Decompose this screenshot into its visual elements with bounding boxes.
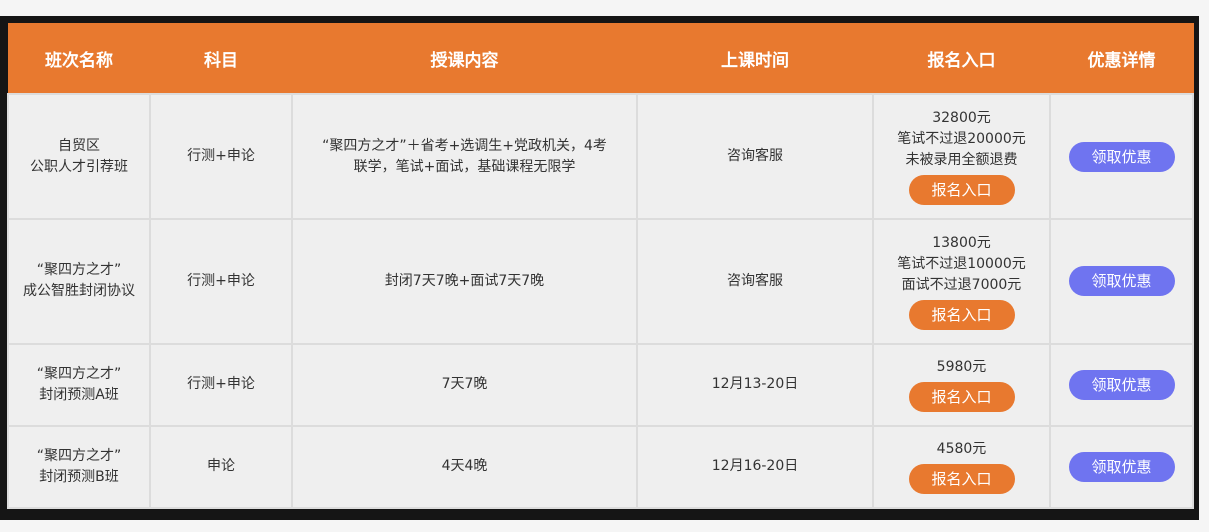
enroll-cell: 32800元 笔试不过退20000元 未被录用全额退费 报名入口: [872, 92, 1051, 221]
claim-promo-button[interactable]: 领取优惠: [1068, 451, 1175, 482]
promo-cell: 领取优惠: [1049, 342, 1194, 427]
class-name-line: “聚四方之才”: [36, 447, 122, 464]
class-name-cell: “聚四方之才” 封闭预测B班: [7, 424, 151, 510]
class-name-cell: “聚四方之才” 成公智胜封闭协议: [7, 218, 151, 345]
content-line: 4天4晚: [441, 458, 488, 475]
class-name-cell: “聚四方之才” 封闭预测A班: [7, 342, 151, 427]
promo-cell: 领取优惠: [1049, 424, 1194, 510]
price-line: 笔试不过退20000元: [897, 131, 1026, 148]
enroll-cell: 4580元 报名入口: [872, 424, 1051, 510]
class-name-line: 自贸区: [58, 137, 100, 154]
header-promo: 优惠详情: [1049, 23, 1194, 94]
enroll-button[interactable]: 报名入口: [908, 464, 1015, 495]
content-cell: 4天4晚: [291, 424, 638, 510]
table-row: “聚四方之才” 封闭预测B班 申论 4天4晚 12月16-20日 4580元 报…: [7, 424, 1194, 510]
claim-promo-button[interactable]: 领取优惠: [1068, 266, 1175, 297]
course-table: 班次名称 科目 授课内容 上课时间 报名入口 优惠详情 自贸区 公职人才引荐班 …: [7, 23, 1194, 510]
course-table-frame: 班次名称 科目 授课内容 上课时间 报名入口 优惠详情 自贸区 公职人才引荐班 …: [0, 16, 1199, 520]
time-cell: 咨询客服: [636, 218, 874, 345]
content-cell: “聚四方之才”＋省考+选调生+党政机关，4考 联学，笔试+面试，基础课程无限学: [291, 92, 638, 221]
enroll-button[interactable]: 报名入口: [908, 299, 1015, 330]
class-name-line: 公职人才引荐班: [30, 158, 128, 175]
class-name-line: 成公智胜封闭协议: [23, 283, 135, 300]
enroll-button[interactable]: 报名入口: [908, 382, 1015, 413]
header-enroll: 报名入口: [872, 23, 1051, 94]
enroll-cell: 5980元 报名入口: [872, 342, 1051, 427]
subject-cell: 行测+申论: [149, 218, 293, 345]
time-cell: 12月13-20日: [636, 342, 874, 427]
price-line: 面试不过退7000元: [901, 276, 1022, 293]
content-line: “聚四方之才”＋省考+选调生+党政机关，4考: [322, 137, 607, 154]
promo-cell: 领取优惠: [1049, 218, 1194, 345]
content-cell: 7天7晚: [291, 342, 638, 427]
price-line: 13800元: [932, 234, 991, 251]
class-name-line: 封闭预测B班: [39, 468, 119, 485]
promo-cell: 领取优惠: [1049, 92, 1194, 221]
subject-cell: 行测+申论: [149, 92, 293, 221]
price-line: 32800元: [932, 110, 991, 127]
table-row: 自贸区 公职人才引荐班 行测+申论 “聚四方之才”＋省考+选调生+党政机关，4考…: [7, 92, 1194, 221]
claim-promo-button[interactable]: 领取优惠: [1068, 141, 1175, 172]
header-content: 授课内容: [291, 23, 638, 94]
header-subject: 科目: [149, 23, 293, 94]
class-name-line: “聚四方之才”: [36, 262, 122, 279]
content-line: 封闭7天7晚+面试7天7晚: [384, 272, 545, 289]
content-line: 联学，笔试+面试，基础课程无限学: [353, 158, 576, 175]
class-name-line: 封闭预测A班: [39, 386, 119, 403]
content-cell: 封闭7天7晚+面试7天7晚: [291, 218, 638, 345]
class-name-line: “聚四方之才”: [36, 365, 122, 382]
header-time: 上课时间: [636, 23, 874, 94]
price-line: 未被录用全额退费: [905, 152, 1018, 169]
class-name-cell: 自贸区 公职人才引荐班: [7, 92, 151, 221]
header-class-name: 班次名称: [7, 23, 151, 94]
content-line: 7天7晚: [441, 376, 488, 393]
price-line: 4580元: [936, 441, 987, 458]
subject-cell: 申论: [149, 424, 293, 510]
table-row: “聚四方之才” 成公智胜封闭协议 行测+申论 封闭7天7晚+面试7天7晚 咨询客…: [7, 218, 1194, 345]
enroll-button[interactable]: 报名入口: [908, 175, 1015, 206]
subject-cell: 行测+申论: [149, 342, 293, 427]
time-cell: 咨询客服: [636, 92, 874, 221]
time-cell: 12月16-20日: [636, 424, 874, 510]
price-line: 5980元: [936, 359, 987, 376]
table-header-row: 班次名称 科目 授课内容 上课时间 报名入口 优惠详情: [7, 23, 1194, 94]
enroll-cell: 13800元 笔试不过退10000元 面试不过退7000元 报名入口: [872, 218, 1051, 345]
table-row: “聚四方之才” 封闭预测A班 行测+申论 7天7晚 12月13-20日 5980…: [7, 342, 1194, 427]
claim-promo-button[interactable]: 领取优惠: [1068, 369, 1175, 400]
price-line: 笔试不过退10000元: [897, 255, 1026, 272]
